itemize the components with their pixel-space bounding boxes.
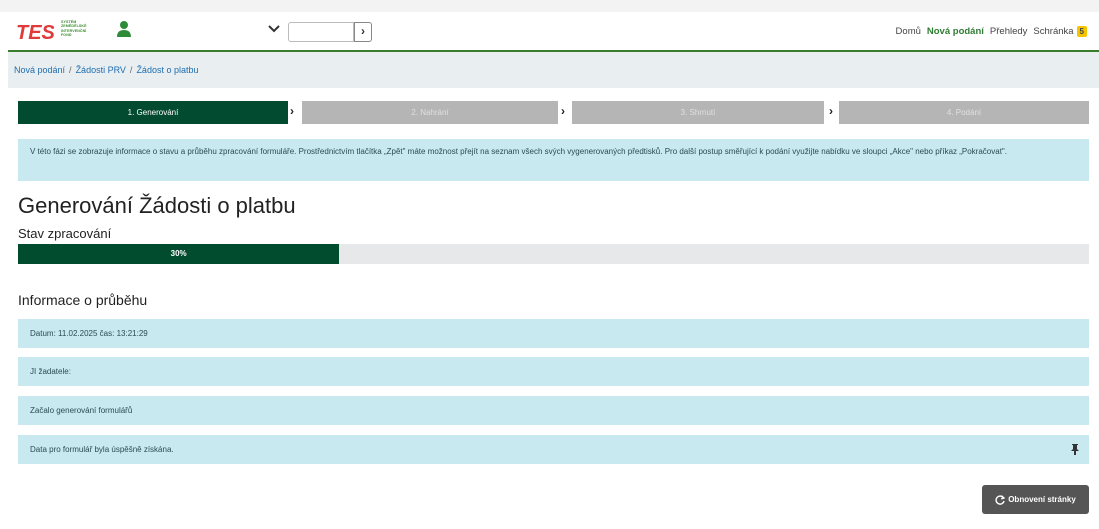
nav-new-submissions[interactable]: Nová podání <box>927 26 984 37</box>
breadcrumb-separator: / <box>69 65 72 75</box>
info-alert: V této fázi se zobrazuje informace o sta… <box>18 139 1089 181</box>
refresh-icon <box>995 495 1006 505</box>
nav-inbox[interactable]: Schránka 5 <box>1033 26 1087 37</box>
chevron-down-icon[interactable] <box>268 25 280 33</box>
progress-bar: 30% <box>18 244 1089 264</box>
nav-home[interactable]: Domů <box>896 26 921 37</box>
page-title: Generování Žádosti o platbu <box>18 193 296 218</box>
svg-text:TEST: TEST <box>16 22 54 44</box>
step-upload: 2. Nahrání <box>302 101 558 124</box>
step-submission: 4. Podání <box>839 101 1089 124</box>
logo-subtext: SYSTÉM ZEMĚDĚLSKÉ INTERVENČNÍ FOND <box>61 20 87 38</box>
search-submit-button[interactable]: › <box>354 22 372 42</box>
status-label: Stav zpracování <box>18 226 112 241</box>
nav-inbox-label: Schránka <box>1033 26 1074 37</box>
log-row: JI žadatele: <box>18 357 1089 386</box>
step-arrow-icon: › <box>290 104 294 118</box>
pin-icon[interactable] <box>1071 444 1079 455</box>
breadcrumb-item-prv[interactable]: Žádosti PRV <box>76 65 126 75</box>
refresh-label: Obnovení stránky <box>1008 495 1076 504</box>
breadcrumb-bar: Nová podání / Žádosti PRV / Žádost o platbu <box>8 52 1099 88</box>
log-row-text: JI žadatele: <box>30 367 71 376</box>
app-header: TEST SYSTÉM ZEMĚDĚLSKÉ INTERVENČNÍ FOND … <box>8 12 1099 52</box>
log-row-text: Datum: 11.02.2025 čas: 13:21:29 <box>30 329 148 338</box>
log-row-text: Začalo generování formulářů <box>30 406 133 415</box>
search-input[interactable] <box>288 22 354 42</box>
main-nav: Domů Nová podání Přehledy Schránka 5 <box>896 26 1087 37</box>
step-arrow-icon: › <box>829 104 833 118</box>
step-arrow-icon: › <box>561 104 565 118</box>
breadcrumb: Nová podání / Žádosti PRV / Žádost o platbu <box>14 65 198 75</box>
logo-icon[interactable]: TEST <box>16 17 54 45</box>
refresh-page-button[interactable]: Obnovení stránky <box>982 485 1089 514</box>
breadcrumb-item-new-submissions[interactable]: Nová podání <box>14 65 65 75</box>
user-icon[interactable] <box>116 20 132 38</box>
breadcrumb-separator: / <box>129 65 133 75</box>
progress-info-title: Informace o průběhu <box>18 292 148 308</box>
logo-subtext-line: FOND <box>61 33 72 38</box>
progress-fill: 30% <box>18 244 340 264</box>
inbox-count-badge: 5 <box>1076 26 1087 37</box>
step-generating: 1. Generování <box>18 101 288 124</box>
nav-overviews[interactable]: Přehledy <box>990 26 1028 37</box>
breadcrumb-item-payment[interactable]: Žádost o platbu <box>136 65 198 75</box>
window-top-strip <box>0 0 1099 12</box>
log-row: Začalo generování formulářů <box>18 396 1089 425</box>
log-row: Datum: 11.02.2025 čas: 13:21:29 <box>18 319 1089 348</box>
log-row: Data pro formulář byla úspěšně získána. <box>18 435 1089 464</box>
step-summary: 3. Shrnutí <box>572 101 824 124</box>
log-row-text: Data pro formulář byla úspěšně získána. <box>30 445 174 454</box>
